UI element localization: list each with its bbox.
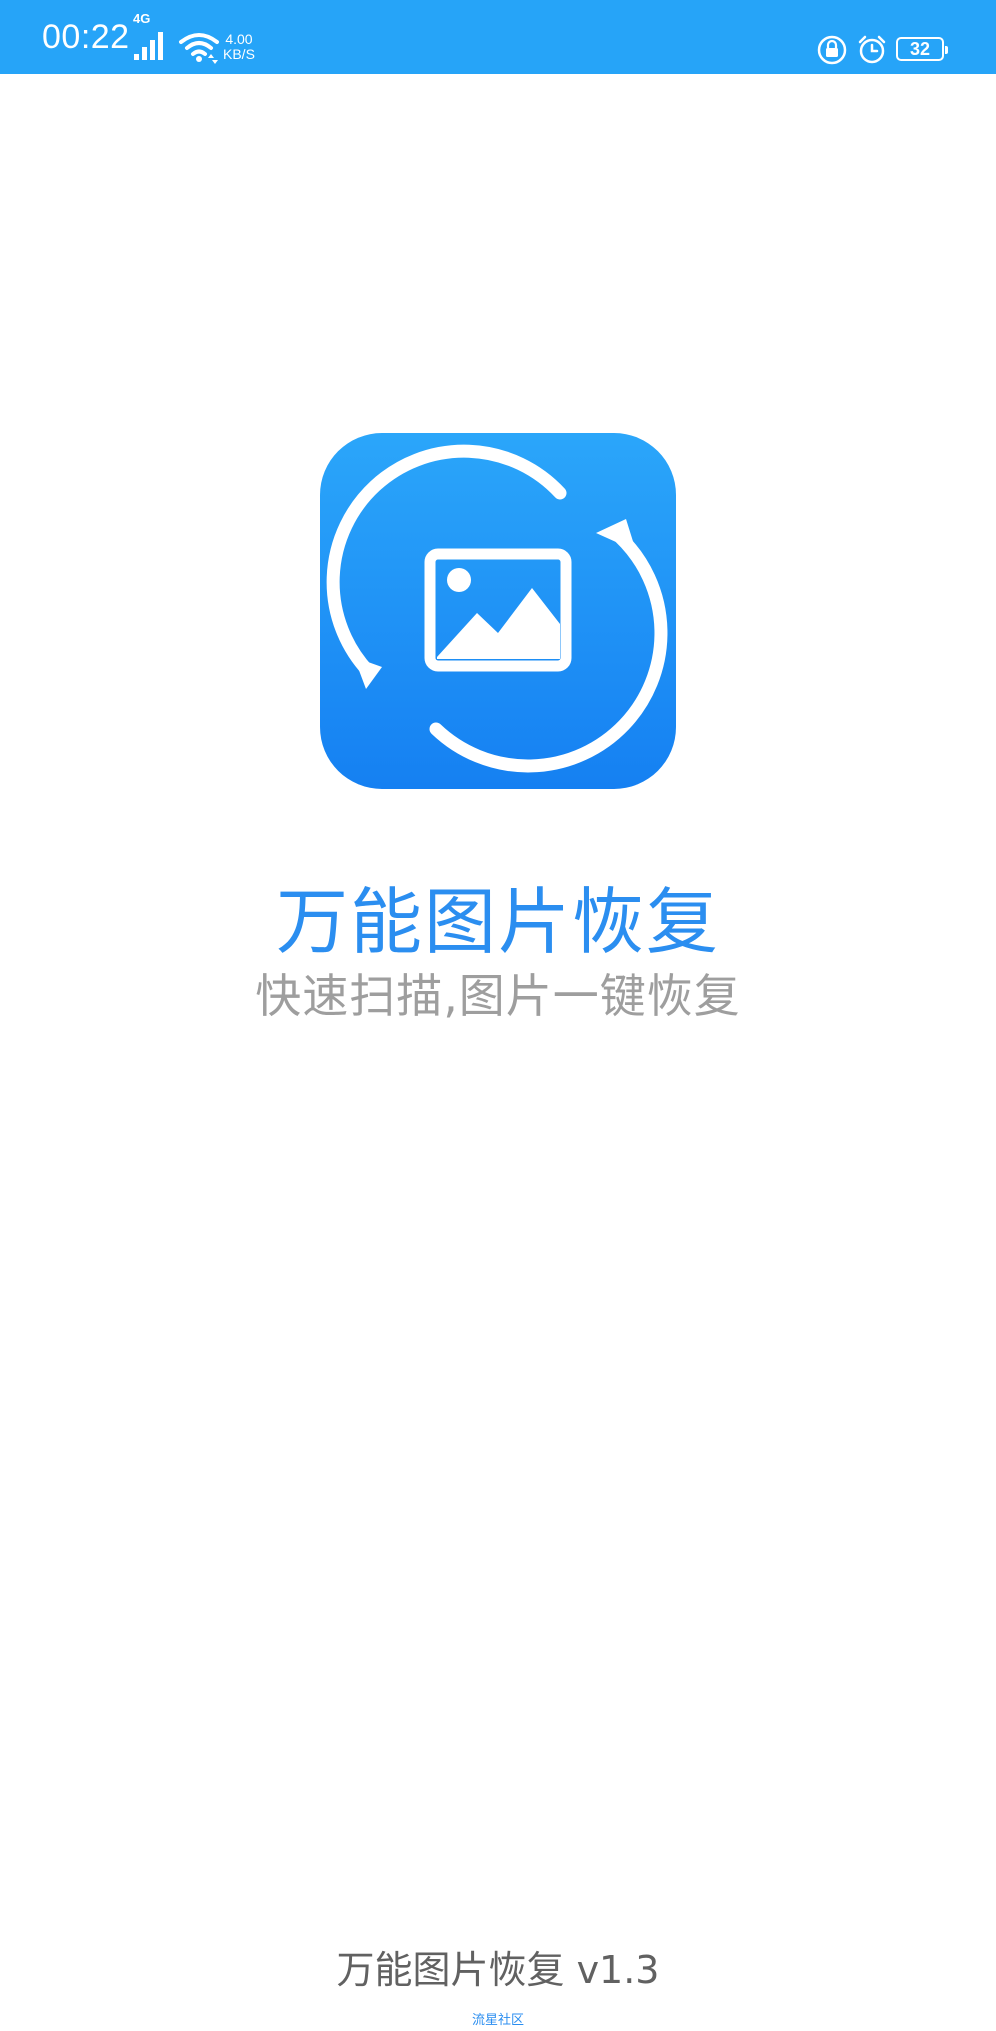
network-speed-unit: KB/S <box>223 46 255 62</box>
signal-icon <box>134 32 163 60</box>
app-title: 万能图片恢复 <box>275 880 720 964</box>
wifi-icon <box>179 33 219 64</box>
battery-icon: 32 <box>896 37 948 61</box>
watermark-text: 流星社区 <box>471 2013 524 2028</box>
network-speed: 4.00 KB/S <box>223 32 255 62</box>
network-type-label: 4G <box>133 11 151 26</box>
image-recovery-icon <box>320 433 676 789</box>
status-bar: 00:22 4G 4.00 KB/S 32 <box>0 0 996 74</box>
rotation-lock-icon <box>817 35 847 65</box>
app-tagline: 快速扫描,图片一键恢复 <box>255 969 741 1023</box>
network-speed-value: 4.00 <box>225 31 253 47</box>
status-time: 00:22 <box>42 18 130 56</box>
alarm-icon <box>858 35 886 64</box>
version-label: 万能图片恢复 v1.3 <box>336 1948 660 1992</box>
battery-level: 32 <box>909 39 931 59</box>
